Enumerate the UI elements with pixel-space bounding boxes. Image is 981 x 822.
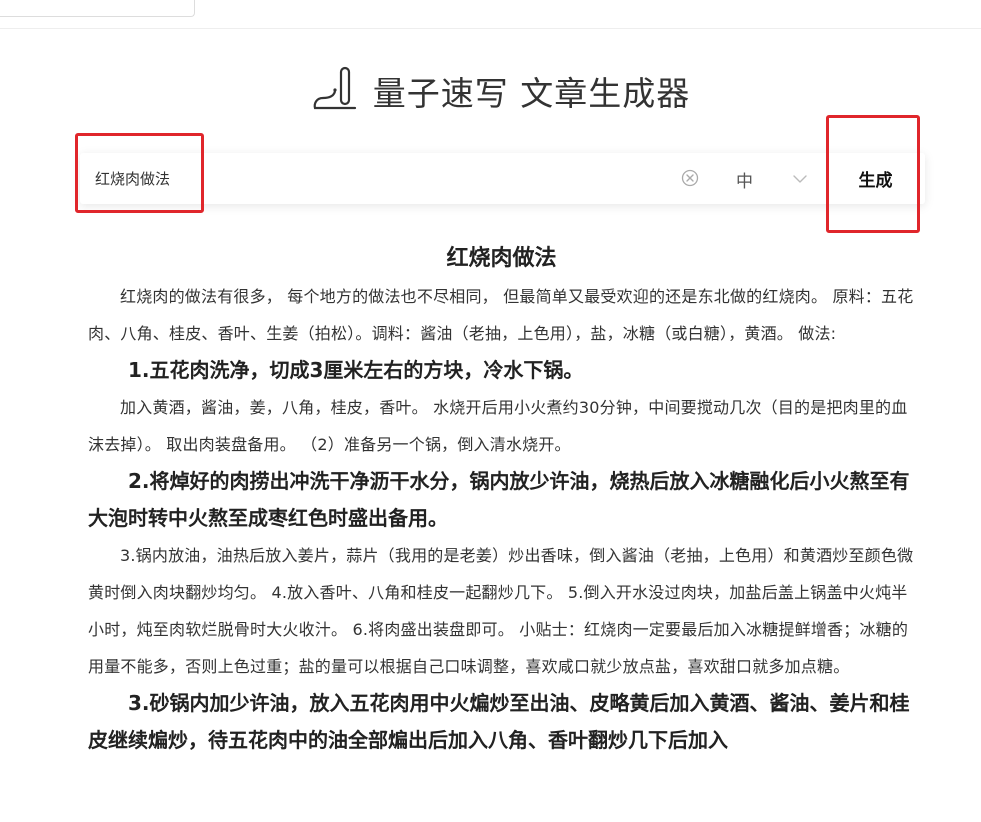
article-step-heading: 3.砂锅内加少许油，放入五花肉用中火煸炒至出油、皮略黄后加入黄酒、酱油、姜片和桂… — [88, 691, 910, 752]
article-paragraph: 加入黄酒，酱油，姜，八角，桂皮，香叶。 水烧开后用小火煮约30分钟，中间要搅动几… — [88, 398, 908, 454]
topic-input[interactable] — [80, 153, 670, 204]
brand-header: 量子速写 文章生成器 — [0, 66, 981, 116]
pen-writing-icon — [313, 66, 356, 110]
clear-circle-icon[interactable] — [681, 169, 699, 187]
search-bar: 中 生成 — [80, 153, 925, 204]
article-step-heading: 2.将焯好的肉捞出冲洗干净沥干水分，锅内放少许油，烧热后放入冰糖融化后小火熬至有… — [88, 469, 910, 530]
article-paragraph: 3.锅内放油，油热后放入姜片，蒜片（我用的是老姜）炒出香味，倒入酱油（老抽，上色… — [88, 546, 914, 676]
article: 红烧肉做法 红烧肉的做法有很多， 每个地方的做法也不尽相同， 但最简单又最受欢迎… — [88, 240, 915, 759]
article-title: 红烧肉做法 — [446, 246, 557, 271]
generate-button[interactable]: 生成 — [828, 153, 923, 204]
chevron-down-icon — [793, 175, 807, 183]
page: 量子速写 文章生成器 中 生成 红烧肉做法 红烧肉的做法有很多， 每个地方的做法… — [0, 0, 981, 822]
brand-title: 量子速写 文章生成器 — [372, 74, 691, 113]
length-select[interactable]: 中 — [720, 153, 820, 204]
article-step-heading: 1.五花肉洗净，切成3厘米左右的方块，冷水下锅。 — [128, 358, 584, 382]
top-strip — [0, 0, 981, 29]
article-paragraph: 红烧肉的做法有很多， 每个地方的做法也不尽相同， 但最简单又最受欢迎的还是东北做… — [88, 287, 914, 343]
top-tab[interactable] — [0, 0, 195, 17]
length-value: 中 — [736, 172, 753, 192]
brand-inner: 量子速写 文章生成器 — [311, 66, 691, 116]
